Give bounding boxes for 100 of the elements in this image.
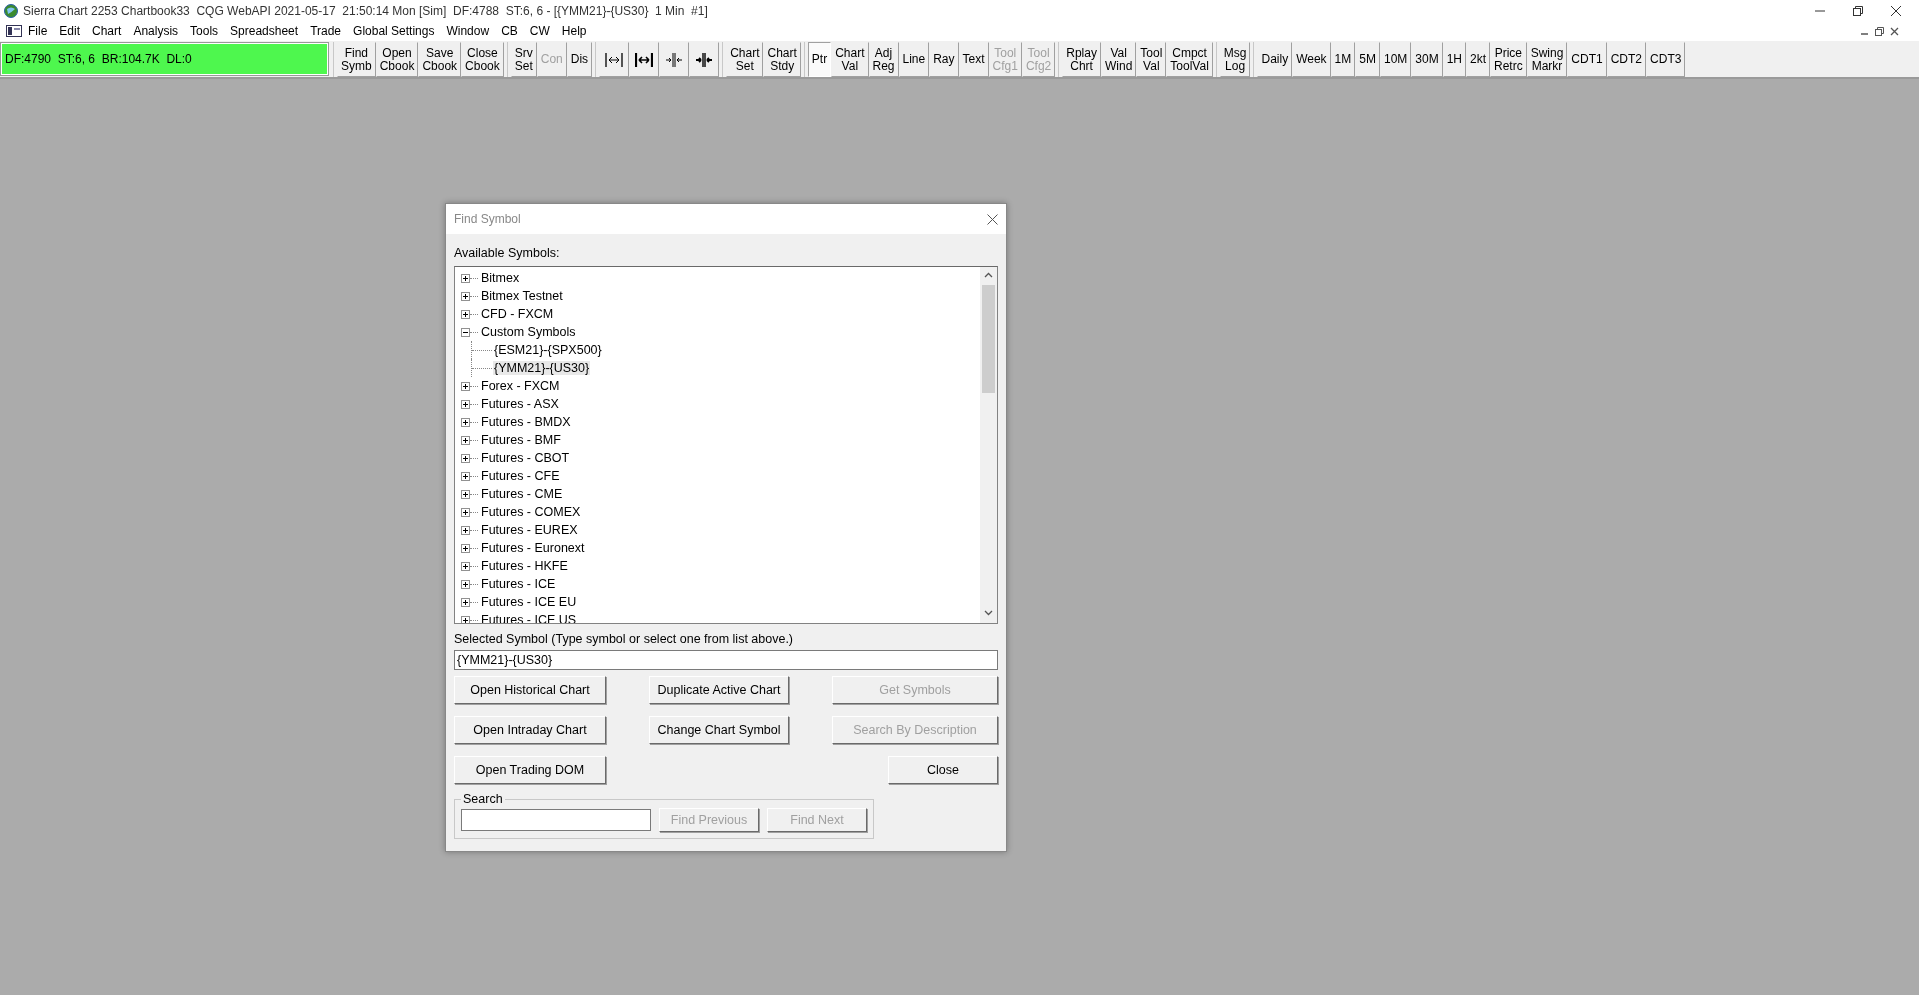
tree-item[interactable]: Futures - BMDX [480, 415, 572, 429]
tree-item[interactable]: Futures - CME [480, 487, 564, 501]
tree-item[interactable]: {YMM21}-{US30} [493, 361, 591, 375]
toolbar-button[interactable]: Ptr [807, 42, 832, 77]
dialog-button[interactable]: Change Chart Symbol [649, 716, 789, 744]
toolbar-button[interactable]: Srv Set [510, 42, 537, 77]
menu-item[interactable]: CB [495, 24, 524, 38]
tree-item[interactable]: Custom Symbols [480, 325, 577, 339]
menu-item[interactable]: Tools [184, 24, 225, 38]
dialog-button[interactable]: Open Historical Chart [454, 676, 606, 704]
tree-item[interactable]: Futures - ICE EU [480, 595, 578, 609]
tree-item[interactable]: Futures - BMF [480, 433, 562, 447]
toolbar-button[interactable]: Rplay Chrt [1062, 42, 1101, 77]
expand-icon[interactable] [461, 597, 470, 607]
expand-icon[interactable] [461, 399, 470, 409]
toolbar-button[interactable]: Chart Stdy [763, 42, 801, 77]
toolbar-button[interactable]: Price Retrc [1490, 42, 1527, 77]
expand-icon[interactable] [461, 417, 470, 427]
toolbar-button[interactable]: Daily [1257, 42, 1293, 77]
expand-icon[interactable] [461, 525, 470, 535]
dialog-button[interactable]: Open Trading DOM [454, 756, 606, 784]
toolbar-button[interactable]: CDT1 [1567, 42, 1607, 77]
toolbar-button[interactable]: Ray [929, 42, 959, 77]
expand-icon[interactable] [461, 291, 470, 301]
toolbar-button[interactable]: Line [898, 42, 930, 77]
narrow-arrows-icon [695, 50, 714, 69]
menu-item[interactable]: Spreadsheet [224, 24, 305, 38]
dialog-title: Find Symbol [454, 212, 521, 226]
tree-item[interactable]: Futures - ICE [480, 577, 557, 591]
menu-item[interactable]: Analysis [127, 24, 185, 38]
app-menu-icon[interactable] [6, 25, 22, 37]
search-field[interactable] [461, 809, 651, 831]
toolbar-button[interactable]: Tool Val [1136, 42, 1167, 77]
tree-item[interactable]: Futures - CBOT [480, 451, 571, 465]
toolbar-icon-button[interactable] [599, 42, 630, 77]
toolbar-icon-button[interactable] [629, 42, 660, 77]
close-icon[interactable] [1890, 26, 1899, 36]
toolbar-button[interactable]: 1M [1330, 42, 1356, 77]
expand-icon[interactable] [461, 507, 470, 517]
tree-item[interactable]: Futures - ASX [480, 397, 560, 411]
expand-icon[interactable] [461, 615, 470, 623]
toolbar-button[interactable]: 30M [1411, 42, 1443, 77]
tree-item[interactable]: Futures - Euronext [480, 541, 586, 555]
toolbar-button[interactable]: Chart Val [831, 42, 869, 77]
dialog-button[interactable]: Close [888, 756, 998, 784]
menu-item[interactable]: Chart [86, 24, 128, 38]
menu-item[interactable]: Help [555, 24, 593, 38]
menu-item[interactable]: Window [440, 24, 496, 38]
menu-item[interactable]: Trade [304, 24, 348, 38]
toolbar-button[interactable]: Text [958, 42, 989, 77]
expand-icon[interactable] [461, 273, 470, 283]
close-icon[interactable] [1891, 5, 1901, 16]
toolbar-button[interactable]: Swing Markr [1526, 42, 1568, 77]
toolbar-button[interactable]: 1H [1442, 42, 1466, 77]
tree-item[interactable]: Forex - FXCM [480, 379, 561, 393]
tree-item[interactable]: CFD - FXCM [480, 307, 555, 321]
tree-item[interactable]: Bitmex [480, 271, 521, 285]
restore-icon[interactable] [1853, 5, 1863, 16]
toolbar-button[interactable]: Save Cbook [418, 42, 462, 77]
toolbar-button[interactable]: CDT2 [1606, 42, 1647, 77]
toolbar-button[interactable]: Find Symb [337, 42, 376, 77]
toolbar-button[interactable]: 10M [1379, 42, 1412, 77]
menu-item[interactable]: CW [523, 24, 556, 38]
symbol-field[interactable]: {YMM21}-{US30} [454, 650, 998, 670]
expand-icon[interactable] [461, 381, 470, 391]
toolbar-button[interactable]: Dis [566, 42, 593, 77]
dialog-button[interactable]: Duplicate Active Chart [649, 676, 789, 704]
dialog-button[interactable]: Open Intraday Chart [454, 716, 606, 744]
toolbar-button[interactable]: Msg Log [1219, 42, 1251, 77]
expand-icon[interactable] [461, 579, 470, 589]
toolbar-button[interactable]: Cmpct ToolVal [1166, 42, 1213, 77]
expand-icon[interactable] [461, 561, 470, 571]
menu-item[interactable]: Global Settings [347, 24, 441, 38]
expand-icon[interactable] [461, 309, 470, 319]
close-icon[interactable] [987, 213, 998, 225]
collapse-icon[interactable] [461, 327, 470, 337]
toolbar-button[interactable]: 5M [1355, 42, 1380, 77]
expand-icon[interactable] [461, 489, 470, 499]
expand-icon[interactable] [461, 543, 470, 553]
expand-icon[interactable] [461, 435, 470, 445]
tree-item[interactable]: {ESM21}-{SPX500} [493, 343, 603, 357]
toolbar-button[interactable]: Val Wind [1100, 42, 1137, 77]
toolbar-icon-button[interactable] [689, 42, 720, 77]
toolbar-button[interactable]: Week [1292, 42, 1331, 77]
toolbar-button[interactable]: Adj Reg [868, 42, 899, 77]
toolbar-button[interactable]: Chart Set [726, 42, 764, 77]
toolbar-button[interactable]: Open Cbook [375, 42, 419, 77]
toolbar-button[interactable]: 2kt [1466, 42, 1490, 77]
toolbar-button[interactable]: Close Cbook [461, 42, 504, 77]
tree-item[interactable]: Bitmex Testnet [480, 289, 564, 303]
tree-item[interactable]: Futures - CFE [480, 469, 561, 483]
tree-item[interactable]: Futures - HKFE [480, 559, 569, 573]
toolbar-button[interactable]: CDT3 [1646, 42, 1686, 77]
tree-item[interactable]: Futures - EUREX [480, 523, 579, 537]
expand-icon[interactable] [461, 453, 470, 463]
menu-item[interactable]: File [22, 24, 54, 38]
menu-item[interactable]: Edit [53, 24, 87, 38]
tree-item[interactable]: Futures - COMEX [480, 505, 582, 519]
restore-icon[interactable] [1875, 26, 1884, 36]
expand-icon[interactable] [461, 471, 470, 481]
